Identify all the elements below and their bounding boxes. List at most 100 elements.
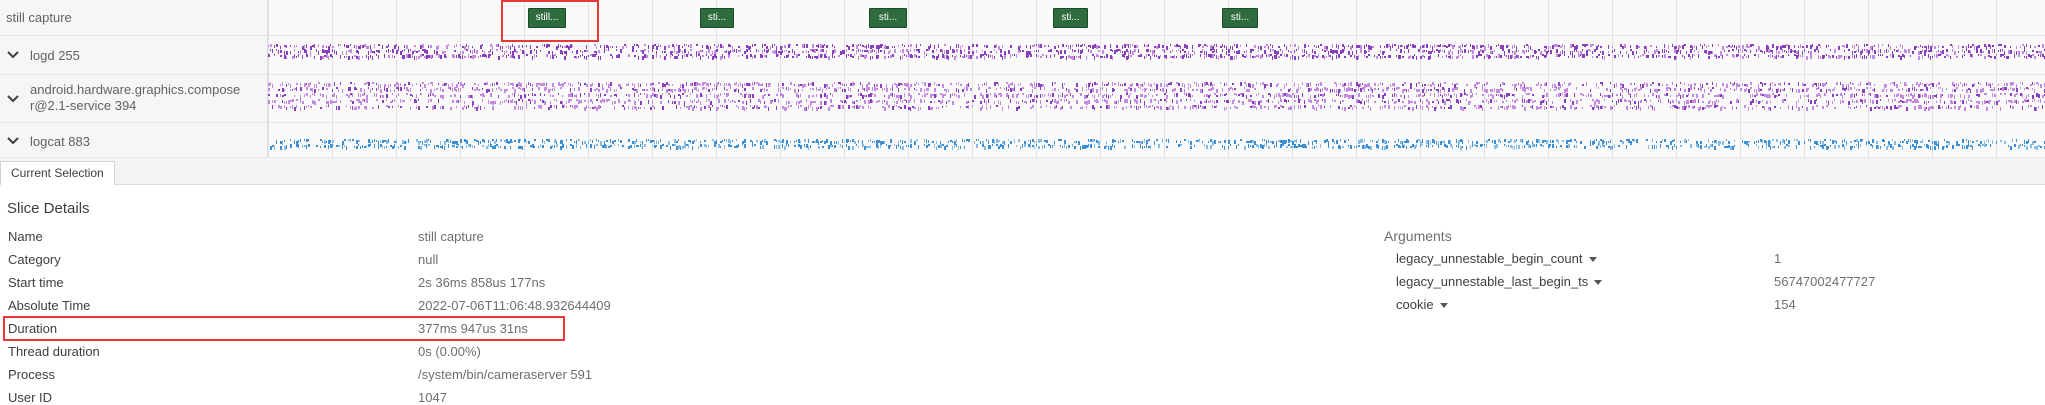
track-graphics-composer[interactable]: android.hardware.graphics.compose r@2.1-… (0, 75, 2045, 123)
track-lane[interactable] (268, 123, 2045, 157)
log-mark (990, 93, 991, 95)
slice-still-capture[interactable]: sti... (1222, 8, 1258, 28)
slice-still-capture[interactable]: sti... (1053, 8, 1088, 28)
log-mark (1852, 55, 1853, 58)
log-mark (818, 54, 819, 58)
log-mark (618, 54, 620, 58)
log-mark (1968, 95, 1970, 98)
log-mark (1838, 55, 1840, 59)
log-mark (934, 94, 936, 98)
log-mark (1760, 50, 1762, 52)
log-mark (980, 141, 981, 144)
log-mark (1500, 94, 1502, 97)
track-lane[interactable] (268, 75, 2045, 122)
slice-still-capture[interactable]: still... (528, 8, 566, 28)
log-mark (1370, 87, 1372, 91)
log-mark (1906, 99, 1908, 103)
track-logd[interactable]: logd 255 (0, 36, 2045, 75)
log-mark (994, 56, 995, 59)
track-lane[interactable] (268, 36, 2045, 74)
log-mark (828, 87, 830, 89)
log-mark (488, 51, 490, 53)
log-mark (1862, 89, 1864, 93)
log-mark (1240, 139, 1242, 141)
log-mark (318, 89, 319, 91)
log-mark (1900, 100, 1902, 102)
log-mark (1400, 141, 1402, 144)
log-mark (694, 82, 696, 86)
log-mark (1032, 99, 1034, 102)
log-mark (750, 50, 751, 52)
log-mark (1610, 89, 1611, 92)
log-mark (1266, 44, 1268, 46)
log-mark (1562, 105, 1564, 108)
track-still-capture[interactable]: still capture still... sti... sti... sti… (0, 0, 2045, 36)
log-mark (1206, 51, 1207, 54)
log-mark (636, 89, 638, 93)
chevron-down-icon[interactable] (6, 48, 20, 62)
log-mark (1674, 49, 1676, 53)
log-mark (520, 139, 521, 141)
log-mark (896, 95, 898, 98)
track-header[interactable]: logcat 883 (0, 123, 268, 157)
log-mark (1286, 46, 1287, 50)
track-lane[interactable]: still... sti... sti... sti... sti... (268, 0, 2045, 35)
log-mark (498, 56, 500, 60)
slice-still-capture[interactable]: sti... (700, 8, 734, 28)
log-mark (1514, 140, 1516, 143)
log-mark (934, 56, 935, 59)
log-mark (764, 101, 765, 104)
track-header[interactable]: logd 255 (0, 36, 268, 74)
slice-still-capture[interactable]: sti... (869, 8, 907, 28)
log-mark (306, 87, 308, 90)
log-mark (1684, 106, 1686, 110)
log-mark (594, 89, 596, 91)
log-mark (1082, 44, 1083, 46)
log-mark (1804, 95, 1805, 97)
log-mark (1206, 82, 1208, 85)
log-mark (942, 99, 943, 103)
log-mark (1822, 83, 1824, 87)
chevron-down-icon[interactable] (6, 92, 20, 106)
log-mark (2028, 105, 2029, 108)
log-mark (1694, 87, 1695, 89)
log-mark (1766, 101, 1768, 104)
log-mark (1854, 101, 1855, 103)
log-mark (826, 101, 827, 105)
log-mark (668, 45, 670, 48)
log-mark (610, 46, 611, 48)
track-logcat[interactable]: logcat 883 (0, 123, 2045, 158)
log-mark (454, 55, 455, 58)
log-mark (1854, 55, 1855, 59)
log-mark (1988, 100, 1990, 104)
log-mark (886, 46, 888, 49)
log-mark (1470, 95, 1472, 98)
log-mark (718, 94, 719, 97)
log-mark (994, 93, 996, 97)
log-mark (1748, 141, 1750, 143)
log-mark (1498, 106, 1499, 110)
log-mark (1712, 87, 1714, 89)
log-mark (1534, 50, 1536, 54)
log-mark (1170, 56, 1172, 58)
log-mark (318, 51, 319, 55)
chevron-down-icon[interactable] (6, 134, 20, 148)
log-mark (1714, 105, 1716, 108)
log-mark (1144, 56, 1145, 59)
log-mark (1890, 54, 1891, 57)
log-mark (1696, 46, 1697, 50)
log-mark (840, 100, 842, 102)
log-mark (834, 141, 835, 144)
track-header[interactable]: still capture (0, 0, 268, 35)
log-mark (338, 89, 339, 92)
log-mark (928, 83, 930, 87)
log-mark (1336, 55, 1337, 59)
log-mark (1700, 87, 1702, 91)
log-mark (1496, 100, 1497, 102)
log-mark (996, 95, 997, 98)
log-mark (354, 83, 355, 85)
track-header[interactable]: android.hardware.graphics.compose r@2.1-… (0, 75, 268, 122)
log-mark (328, 145, 329, 149)
log-mark (722, 46, 724, 48)
log-mark (416, 94, 417, 98)
